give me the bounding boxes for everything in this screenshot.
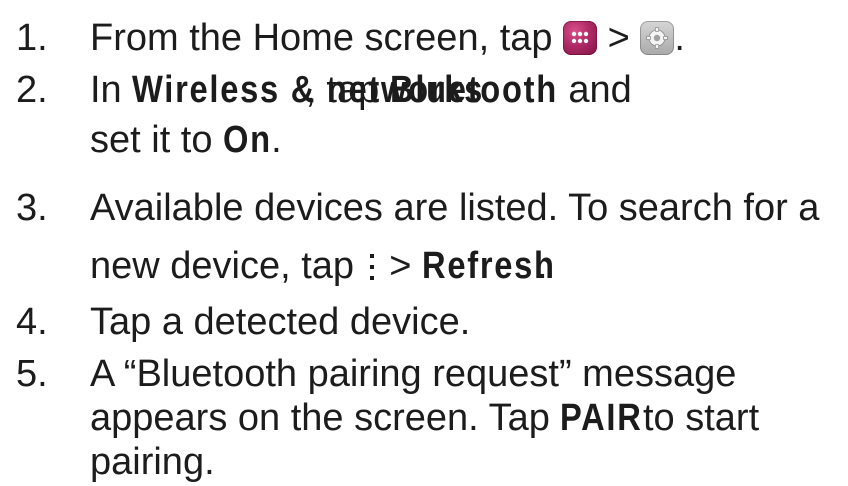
step-1-separator: > xyxy=(607,17,630,59)
step-number: 5. xyxy=(16,353,48,395)
step-3-separator: > xyxy=(389,245,412,287)
step-4-line-1: Tap a detected device. xyxy=(90,300,470,344)
step-1-text: From the Home screen, tap xyxy=(90,17,553,59)
setting-on: On xyxy=(223,119,272,161)
step-2-line-1: In Wireless & networks, tap Bluetooth an… xyxy=(90,68,632,112)
step-2-line-2: set it to On. xyxy=(90,118,282,162)
step-2-text: In xyxy=(90,69,122,111)
menu-refresh: Refresh xyxy=(421,245,556,287)
more-options-icon xyxy=(365,250,379,284)
step-1-end: . xyxy=(674,17,685,59)
step-number: 1. xyxy=(16,17,48,59)
step-5-text: A “Bluetooth pairing request” message xyxy=(90,353,737,395)
step-5-text: to start xyxy=(642,397,760,439)
step-5-line-2: appears on the screen. Tap PAIR to start xyxy=(90,396,759,440)
step-2-text: set it to xyxy=(90,119,213,161)
step-number: 4. xyxy=(16,301,48,343)
step-1-line-1: From the Home screen, tap > . xyxy=(90,16,685,60)
step-2-text: and xyxy=(568,69,632,111)
step-5-text: pairing. xyxy=(90,441,215,483)
step-number: 3. xyxy=(16,187,48,229)
step-3-line-1: Available devices are listed. To search … xyxy=(90,186,819,230)
step-3-line-2: new device, tap > Refresh. xyxy=(90,244,556,288)
menu-wireless-networks: Wireless & networks xyxy=(132,69,485,111)
step-4-text: Tap a detected device. xyxy=(90,301,471,343)
step-5-text: appears on the screen. Tap xyxy=(90,397,550,439)
step-3-text: Available devices are listed. To search … xyxy=(90,187,820,229)
step-3-text: new device, tap xyxy=(90,245,355,287)
step-number: 2. xyxy=(16,69,48,111)
settings-icon xyxy=(640,21,675,55)
button-pair: PAIR xyxy=(560,397,643,439)
menu-bluetooth: Bluetooth xyxy=(389,69,558,111)
apps-icon xyxy=(563,21,598,55)
step-5-line-1: A “Bluetooth pairing request” message xyxy=(90,352,736,396)
step-5-line-3: pairing. xyxy=(90,440,215,484)
step-2-text: . xyxy=(271,119,282,161)
